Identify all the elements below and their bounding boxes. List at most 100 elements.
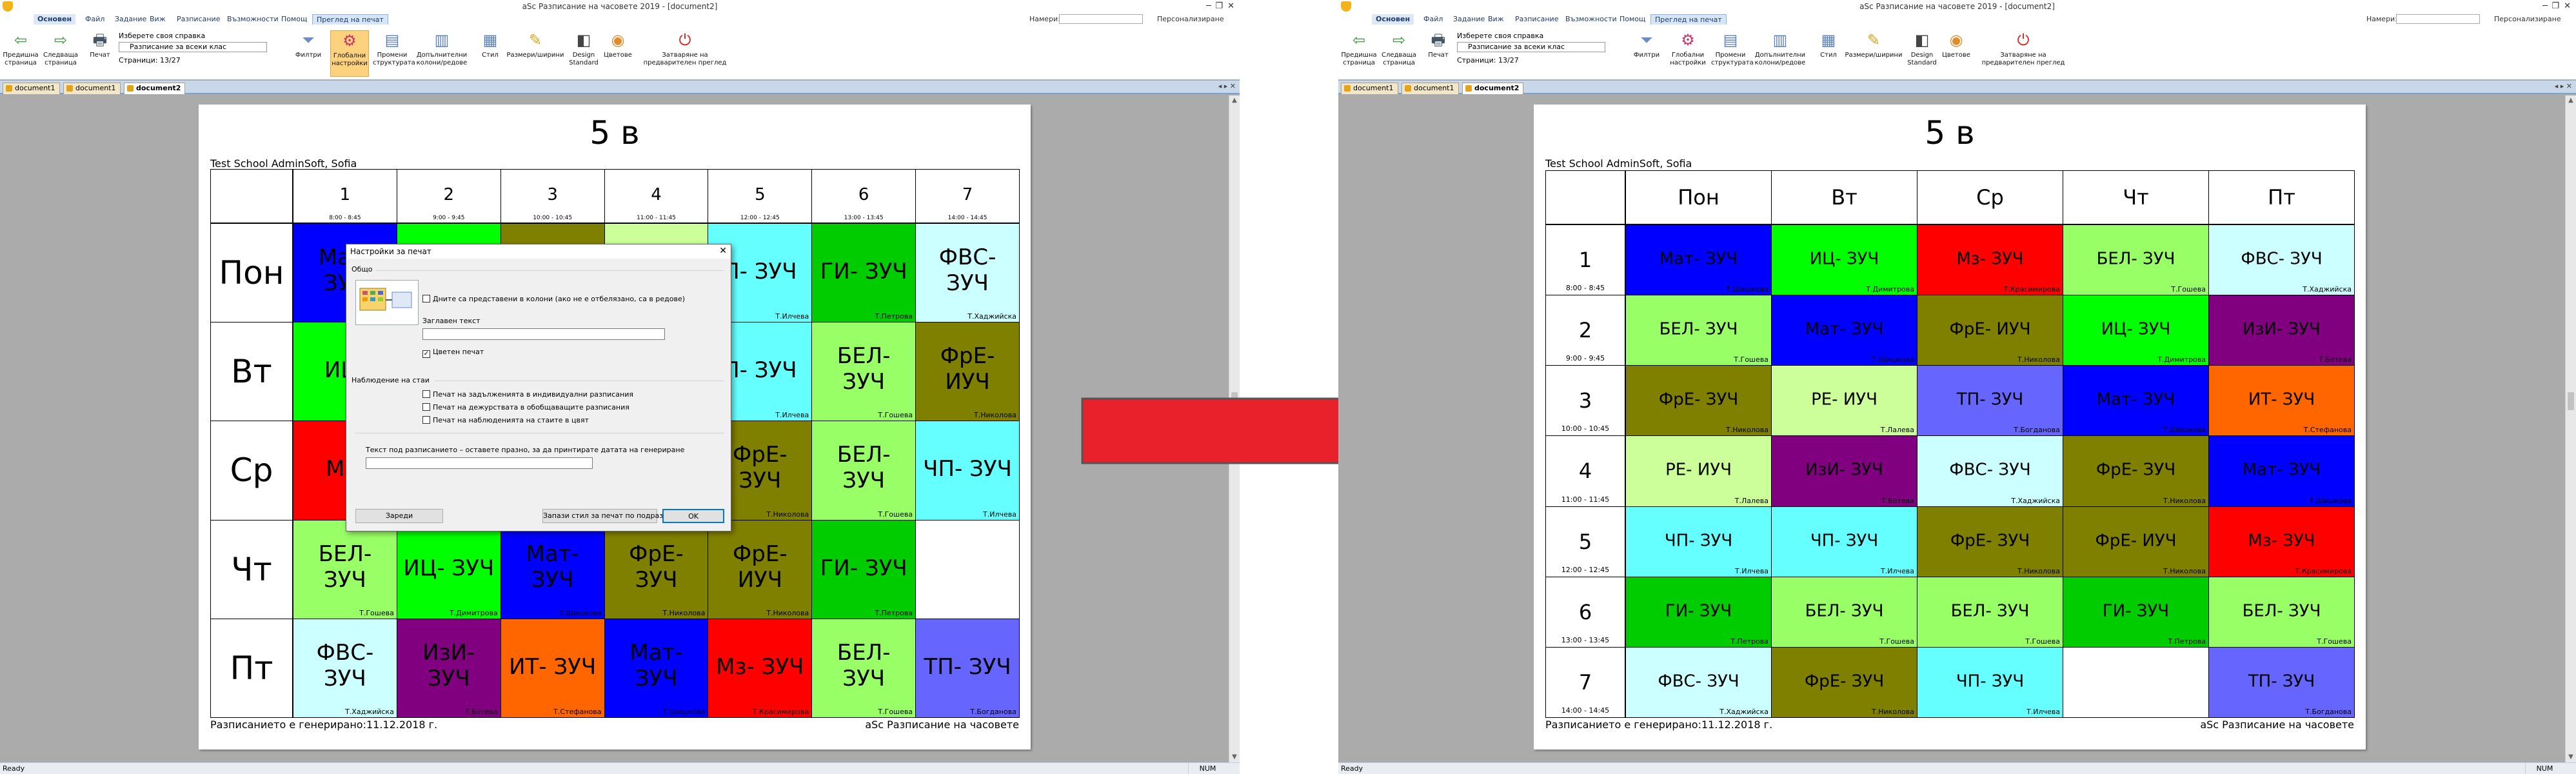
- lesson-cell[interactable]: БЕЛ- ЗУЧ Т.Гошева: [811, 618, 916, 718]
- header-text-input[interactable]: [422, 328, 665, 340]
- print-button[interactable]: 🖶 Печат: [1423, 30, 1453, 59]
- search-input[interactable]: [2396, 14, 2480, 24]
- filters-button[interactable]: ⏷ Филтри: [294, 30, 322, 59]
- tab-document1[interactable]: document1: [3, 83, 60, 94]
- menu-timetable[interactable]: Разписание: [173, 14, 224, 25]
- lesson-cell[interactable]: ИЦ- ЗУЧ Т.Димитрова: [2063, 295, 2209, 366]
- lesson-cell[interactable]: ТП- ЗУЧ Т.Богданова: [2208, 646, 2355, 718]
- lesson-cell[interactable]: БЕЛ- ЗУЧ Т.Гошева: [293, 519, 397, 619]
- menu-print-preview[interactable]: Преглед на печат: [312, 14, 388, 25]
- lesson-cell[interactable]: Мат- ЗУЧ Т.Шишкова: [2063, 365, 2209, 437]
- dialog-close-icon[interactable]: ✕: [719, 246, 727, 256]
- scroll-up-icon[interactable]: ▲: [1229, 95, 1240, 106]
- menu-options[interactable]: Възможности: [223, 14, 282, 25]
- lesson-cell[interactable]: ФрЕ- ЗУЧ Т.Николова: [1625, 365, 1772, 437]
- lesson-cell[interactable]: ИзИ- ЗУЧ Т.Ботева: [1771, 435, 1917, 507]
- prev-page-button[interactable]: ⇦ Предишна страница: [1341, 30, 1377, 67]
- load-button[interactable]: Зареди: [355, 509, 443, 523]
- personalize-link[interactable]: Персонализиране: [2494, 15, 2561, 23]
- lesson-cell[interactable]: РЕ- ИУЧ Т.Лалева: [1625, 435, 1772, 507]
- tab-pin-icon[interactable]: ◂ ▸ ✕: [2555, 82, 2572, 90]
- lesson-cell[interactable]: ИТ- ЗУЧ Т.Стефанова: [2208, 365, 2355, 437]
- lesson-cell[interactable]: ИЦ- ЗУЧ Т.Димитрова: [1771, 224, 1917, 296]
- lesson-cell[interactable]: Мат- ЗУЧ Т.Шишкова: [1771, 295, 1917, 366]
- lesson-cell[interactable]: БЕЛ- ЗУЧ Т.Гошева: [2208, 576, 2355, 648]
- lesson-cell[interactable]: ФрЕ- ИУЧ Т.Николова: [915, 322, 1020, 422]
- next-page-button[interactable]: ⇨ Следваща страница: [1381, 30, 1417, 67]
- maximize-icon[interactable]: ❐: [1215, 0, 1223, 13]
- lesson-cell[interactable]: БЕЛ- ЗУЧ Т.Гошева: [2063, 224, 2209, 296]
- colors-button[interactable]: ◉ Цветове: [602, 30, 633, 59]
- extra-columns-button[interactable]: ▥ Допълнителни колони/редове: [414, 30, 470, 67]
- lesson-cell[interactable]: Мат- ЗУЧ Т.Шишкова: [500, 519, 605, 619]
- footer-text-input[interactable]: [366, 457, 593, 469]
- prev-page-button[interactable]: ⇦ Предишна страница: [3, 30, 39, 67]
- menu-zadanie[interactable]: Задание: [111, 14, 150, 25]
- menu-view[interactable]: Виж: [146, 14, 170, 25]
- menu-help[interactable]: Помощ: [277, 14, 311, 25]
- menu-file[interactable]: Файл: [1420, 14, 1447, 25]
- lesson-cell[interactable]: ЧП- ЗУЧ Т.Илчева: [1771, 506, 1917, 577]
- menu-view[interactable]: Виж: [1484, 14, 1508, 25]
- lesson-cell[interactable]: ЧП- ЗУЧ Т.Илчева: [915, 421, 1020, 521]
- ok-button[interactable]: OK: [662, 509, 724, 523]
- design-button[interactable]: ◧ Design Standard: [568, 30, 600, 67]
- lesson-cell[interactable]: Мз- ЗУЧ Т.Красимирова: [1917, 224, 2063, 296]
- print-duties-checkbox[interactable]: Печат на задълженията в индивидуални раз…: [422, 390, 633, 399]
- tab-document1[interactable]: document1: [1402, 83, 1459, 94]
- lesson-cell[interactable]: БЕЛ- ЗУЧ Т.Гошева: [811, 322, 916, 422]
- lesson-cell[interactable]: ИзИ- ЗУЧ Т.Ботева: [2208, 295, 2355, 366]
- lesson-cell[interactable]: ИТ- ЗУЧ Т.Стефанова: [500, 618, 605, 718]
- change-structure-button[interactable]: ▤ Промени структурата: [373, 30, 415, 67]
- tab-document2[interactable]: document2: [124, 83, 186, 94]
- close-preview-button[interactable]: ⏻ Затваряне на предварителен преглед: [640, 30, 730, 67]
- lesson-cell[interactable]: ФВС- ЗУЧ Т.Хаджийска: [2208, 224, 2355, 296]
- scroll-up-icon[interactable]: ▲: [2566, 95, 2576, 106]
- print-supervision-checkbox[interactable]: Печат на дежурствата в обобщаващите разп…: [422, 403, 629, 412]
- lesson-cell[interactable]: БЕЛ- ЗУЧ Т.Гошева: [1917, 576, 2063, 648]
- menu-osnoven[interactable]: Основен: [1372, 14, 1414, 25]
- lesson-cell[interactable]: ФрЕ- ЗУЧ Т.Николова: [1917, 506, 2063, 577]
- menu-help[interactable]: Помощ: [1616, 14, 1649, 25]
- lesson-cell[interactable]: ГИ- ЗУЧ Т.Петрова: [2063, 576, 2209, 648]
- style-button[interactable]: ▦ Стил: [477, 30, 503, 59]
- lesson-cell[interactable]: ТП- ЗУЧ Т.Богданова: [1917, 365, 2063, 437]
- lesson-cell[interactable]: Мат- ЗУЧ Т.Шишкова: [2208, 435, 2355, 507]
- menu-print-preview[interactable]: Преглед на печат: [1650, 14, 1727, 25]
- lesson-cell[interactable]: БЕЛ- ЗУЧ Т.Гошева: [811, 421, 916, 521]
- search-input[interactable]: [1059, 14, 1143, 24]
- lesson-cell[interactable]: ИЦ- ЗУЧ Т.Димитрова: [396, 519, 501, 619]
- tab-pin-icon[interactable]: ◂ ▸ ✕: [1218, 82, 1236, 90]
- save-default-style-button[interactable]: Запази стил за печат по подразбиране: [542, 509, 690, 523]
- minimize-icon[interactable]: ─: [1206, 0, 1211, 13]
- scroll-down-icon[interactable]: ▼: [1229, 752, 1240, 762]
- menu-file[interactable]: Файл: [81, 14, 108, 25]
- sizes-button[interactable]: ✎ Размери/ширини: [506, 30, 565, 59]
- close-preview-button[interactable]: ⏻ Затваряне на предварителен преглед: [1978, 30, 2068, 67]
- global-settings-button[interactable]: ⚙ Глобални настройки: [330, 30, 369, 77]
- global-settings-button[interactable]: ⚙ Глобални настройки: [1669, 30, 1707, 67]
- tab-document1[interactable]: document1: [1341, 83, 1398, 94]
- print-button[interactable]: 🖶 Печат: [85, 30, 115, 59]
- design-button[interactable]: ◧ Design Standard: [1906, 30, 1938, 67]
- print-watch-color-checkbox[interactable]: Печат на наблюденията на стаите в цвят: [422, 416, 589, 424]
- days-in-columns-checkbox[interactable]: Дните са представени в колони (ако не е …: [422, 295, 685, 303]
- sizes-button[interactable]: ✎ Размери/ширини: [1844, 30, 1903, 59]
- lesson-cell[interactable]: ИзИ- ЗУЧ Т.Ботева: [396, 618, 501, 718]
- lesson-cell[interactable]: Мз- ЗУЧ Т.Красимирова: [2208, 506, 2355, 577]
- lesson-cell[interactable]: РЕ- ИУЧ Т.Лалева: [1771, 365, 1917, 437]
- lesson-cell[interactable]: ФВС- ЗУЧ Т.Хаджийска: [1917, 435, 2063, 507]
- color-print-checkbox[interactable]: ✓ Цветен печат: [422, 348, 484, 358]
- lesson-cell[interactable]: ФрЕ- ЗУЧ Т.Николова: [2063, 435, 2209, 507]
- lesson-cell[interactable]: Мат- ЗУЧ Т.Шишкова: [1625, 224, 1772, 296]
- vertical-scrollbar[interactable]: ▲ ▼: [2565, 95, 2576, 762]
- maximize-icon[interactable]: ❐: [2551, 0, 2559, 13]
- scroll-down-icon[interactable]: ▼: [2566, 752, 2576, 762]
- lesson-cell[interactable]: ТП- ЗУЧ Т.Богданова: [915, 618, 1020, 718]
- lesson-cell[interactable]: ГИ- ЗУЧ Т.Петрова: [1625, 576, 1772, 648]
- tab-document2[interactable]: document2: [1462, 83, 1524, 94]
- personalize-link[interactable]: Персонализиране: [1157, 15, 1224, 23]
- lesson-cell[interactable]: ФВС- ЗУЧ Т.Хаджийска: [293, 618, 397, 718]
- lesson-cell[interactable]: ФрЕ- ЗУЧ Т.Николова: [1771, 646, 1917, 718]
- lesson-cell[interactable]: [915, 519, 1020, 619]
